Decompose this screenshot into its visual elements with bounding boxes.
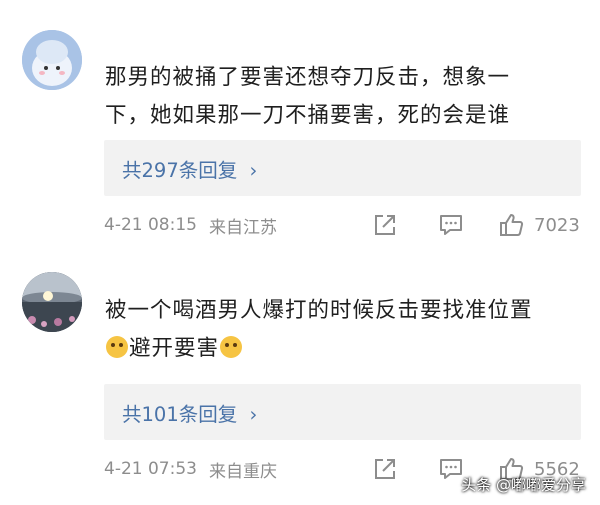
avatar[interactable] bbox=[22, 272, 82, 332]
watermark: 头条 @嘟嘟爱分享 bbox=[461, 476, 586, 494]
replies-label: 共297条回复 › bbox=[122, 158, 258, 182]
comment-text-line-2: 避开要害 bbox=[105, 330, 575, 368]
comment-text-line: 那男的被捅了要害还想夺刀反击，想象一 bbox=[105, 65, 511, 90]
comment-text: 被一个喝酒男人爆打的时候反击要找准位置 避开要害 bbox=[105, 292, 575, 368]
replies-label: 共101条回复 › bbox=[122, 402, 258, 426]
like-count: 7023 bbox=[534, 214, 580, 236]
comment-button[interactable] bbox=[438, 212, 464, 238]
comment-text-line: 下，她如果那一刀不捅要害，死的会是谁 bbox=[105, 103, 511, 128]
thinking-face-emoji-icon bbox=[106, 336, 128, 358]
chevron-right-icon: › bbox=[249, 158, 258, 182]
share-icon bbox=[375, 215, 395, 235]
thinking-face-emoji-icon bbox=[220, 336, 243, 358]
share-button[interactable] bbox=[372, 212, 398, 238]
like-button[interactable]: 7023 bbox=[498, 212, 580, 238]
avatar[interactable] bbox=[22, 30, 82, 90]
comment-item: 被一个喝酒男人爆打的时候反击要找准位置 避开要害 共101条回复 › 4-21 … bbox=[0, 256, 600, 505]
comment-text: 那男的被捅了要害还想夺刀反击，想象一 下，她如果那一刀不捅要害，死的会是谁 bbox=[105, 59, 575, 135]
chevron-right-icon: › bbox=[249, 402, 258, 426]
thumbs-up-icon bbox=[500, 214, 524, 236]
share-button[interactable] bbox=[372, 456, 398, 482]
view-replies-button[interactable]: 共297条回复 › bbox=[104, 140, 581, 196]
comment-icon bbox=[440, 215, 462, 235]
comment-text-line: 被一个喝酒男人爆打的时候反击要找准位置 bbox=[105, 298, 533, 323]
comment-text-fragment: 避开要害 bbox=[129, 336, 220, 361]
comment-item: 那男的被捅了要害还想夺刀反击，想象一 下，她如果那一刀不捅要害，死的会是谁 共2… bbox=[0, 0, 600, 248]
comment-meta: 4-21 08:15 来自江苏 7023 bbox=[104, 210, 584, 240]
view-replies-button[interactable]: 共101条回复 › bbox=[104, 384, 581, 440]
share-icon bbox=[375, 459, 395, 479]
